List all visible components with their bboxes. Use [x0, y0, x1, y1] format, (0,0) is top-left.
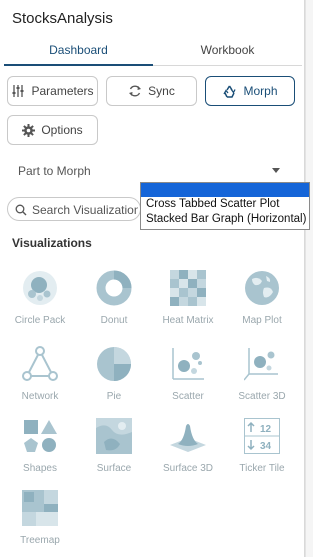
viz-donut[interactable]: Donut — [78, 262, 150, 332]
scrollbar[interactable] — [305, 0, 313, 557]
viz-label: Map Plot — [242, 315, 282, 326]
dropdown-option[interactable]: Stacked Bar Graph (Horizontal) — [146, 213, 306, 225]
viz-scatter-3d[interactable]: Scatter 3D — [226, 338, 298, 408]
ticker-tile-icon: 12 34 — [244, 418, 280, 454]
viz-label: Surface 3D — [162, 463, 214, 474]
search-input[interactable] — [32, 201, 138, 218]
tab-workbook[interactable]: Workbook — [153, 40, 302, 66]
sync-button[interactable]: Sync — [106, 76, 197, 106]
map-plot-icon — [245, 271, 279, 305]
shapes-icon — [24, 420, 57, 452]
parameters-label: Parameters — [31, 84, 94, 98]
viz-label: Donut — [100, 315, 128, 326]
viz-label: Pie — [106, 391, 122, 402]
app-title: StocksAnalysis — [12, 10, 113, 27]
viz-treemap[interactable]: Treemap — [4, 482, 76, 552]
viz-surface-3d[interactable]: Surface 3D — [152, 410, 224, 480]
search-box[interactable] — [7, 197, 141, 221]
viz-ticker-tile[interactable]: 12 34 Ticker Tile — [226, 410, 298, 480]
viz-label: Circle Pack — [14, 315, 66, 326]
heat-matrix-icon — [170, 270, 206, 306]
sliders-icon — [12, 85, 24, 97]
gear-icon — [22, 123, 36, 137]
ticker-up-value: 12 — [260, 424, 272, 435]
morph-label: Morph — [243, 84, 278, 98]
viz-label: Ticker Tile — [239, 463, 285, 474]
viz-label: Heat Matrix — [162, 315, 214, 326]
viz-label: Surface — [96, 463, 132, 474]
network-icon — [22, 346, 58, 381]
viz-label: Scatter 3D — [238, 391, 286, 402]
ticker-down-value: 34 — [260, 441, 272, 452]
viz-label: Network — [21, 391, 59, 402]
viz-label: Treemap — [20, 535, 60, 546]
circle-pack-icon — [23, 271, 57, 305]
sync-label: Sync — [148, 84, 175, 98]
viz-shapes[interactable]: Shapes — [4, 410, 76, 480]
search-icon — [15, 204, 27, 216]
part-to-morph-select[interactable]: Part to Morph — [18, 164, 91, 178]
tab-bar: Dashboard Workbook — [4, 40, 302, 66]
part-to-morph-dropdown: Cross Tabbed Scatter Plot Stacked Bar Gr… — [140, 182, 310, 230]
recycle-icon — [223, 85, 237, 98]
dropdown-selected-option[interactable] — [141, 183, 309, 197]
visualizations-heading: Visualizations — [12, 236, 92, 250]
chevron-down-icon[interactable] — [272, 168, 280, 173]
scatter-3d-icon — [244, 348, 278, 381]
tab-dashboard[interactable]: Dashboard — [4, 40, 153, 66]
scatter-icon — [172, 348, 204, 380]
options-button[interactable]: Options — [7, 115, 98, 145]
viz-pie[interactable]: Pie — [78, 338, 150, 408]
viz-surface[interactable]: Surface — [78, 410, 150, 480]
options-label: Options — [41, 123, 83, 137]
viz-label: Scatter — [172, 391, 204, 402]
surface-3d-icon — [170, 424, 206, 452]
morph-button[interactable]: Morph — [205, 76, 295, 106]
viz-circle-pack[interactable]: Circle Pack — [4, 262, 76, 332]
viz-scatter[interactable]: Scatter — [152, 338, 224, 408]
surface-icon — [96, 418, 132, 454]
treemap-icon — [22, 490, 58, 526]
donut-icon — [96, 270, 132, 306]
viz-label: Shapes — [23, 463, 57, 474]
pie-icon — [97, 347, 131, 381]
parameters-button[interactable]: Parameters — [7, 76, 98, 106]
viz-heat-matrix[interactable]: Heat Matrix — [152, 262, 224, 332]
viz-network[interactable]: Network — [4, 338, 76, 408]
sync-icon — [129, 85, 142, 97]
dropdown-option[interactable]: Cross Tabbed Scatter Plot — [146, 198, 279, 210]
viz-map-plot[interactable]: Map Plot — [226, 262, 298, 332]
side-panel: StocksAnalysis Dashboard Workbook Parame… — [0, 0, 305, 557]
